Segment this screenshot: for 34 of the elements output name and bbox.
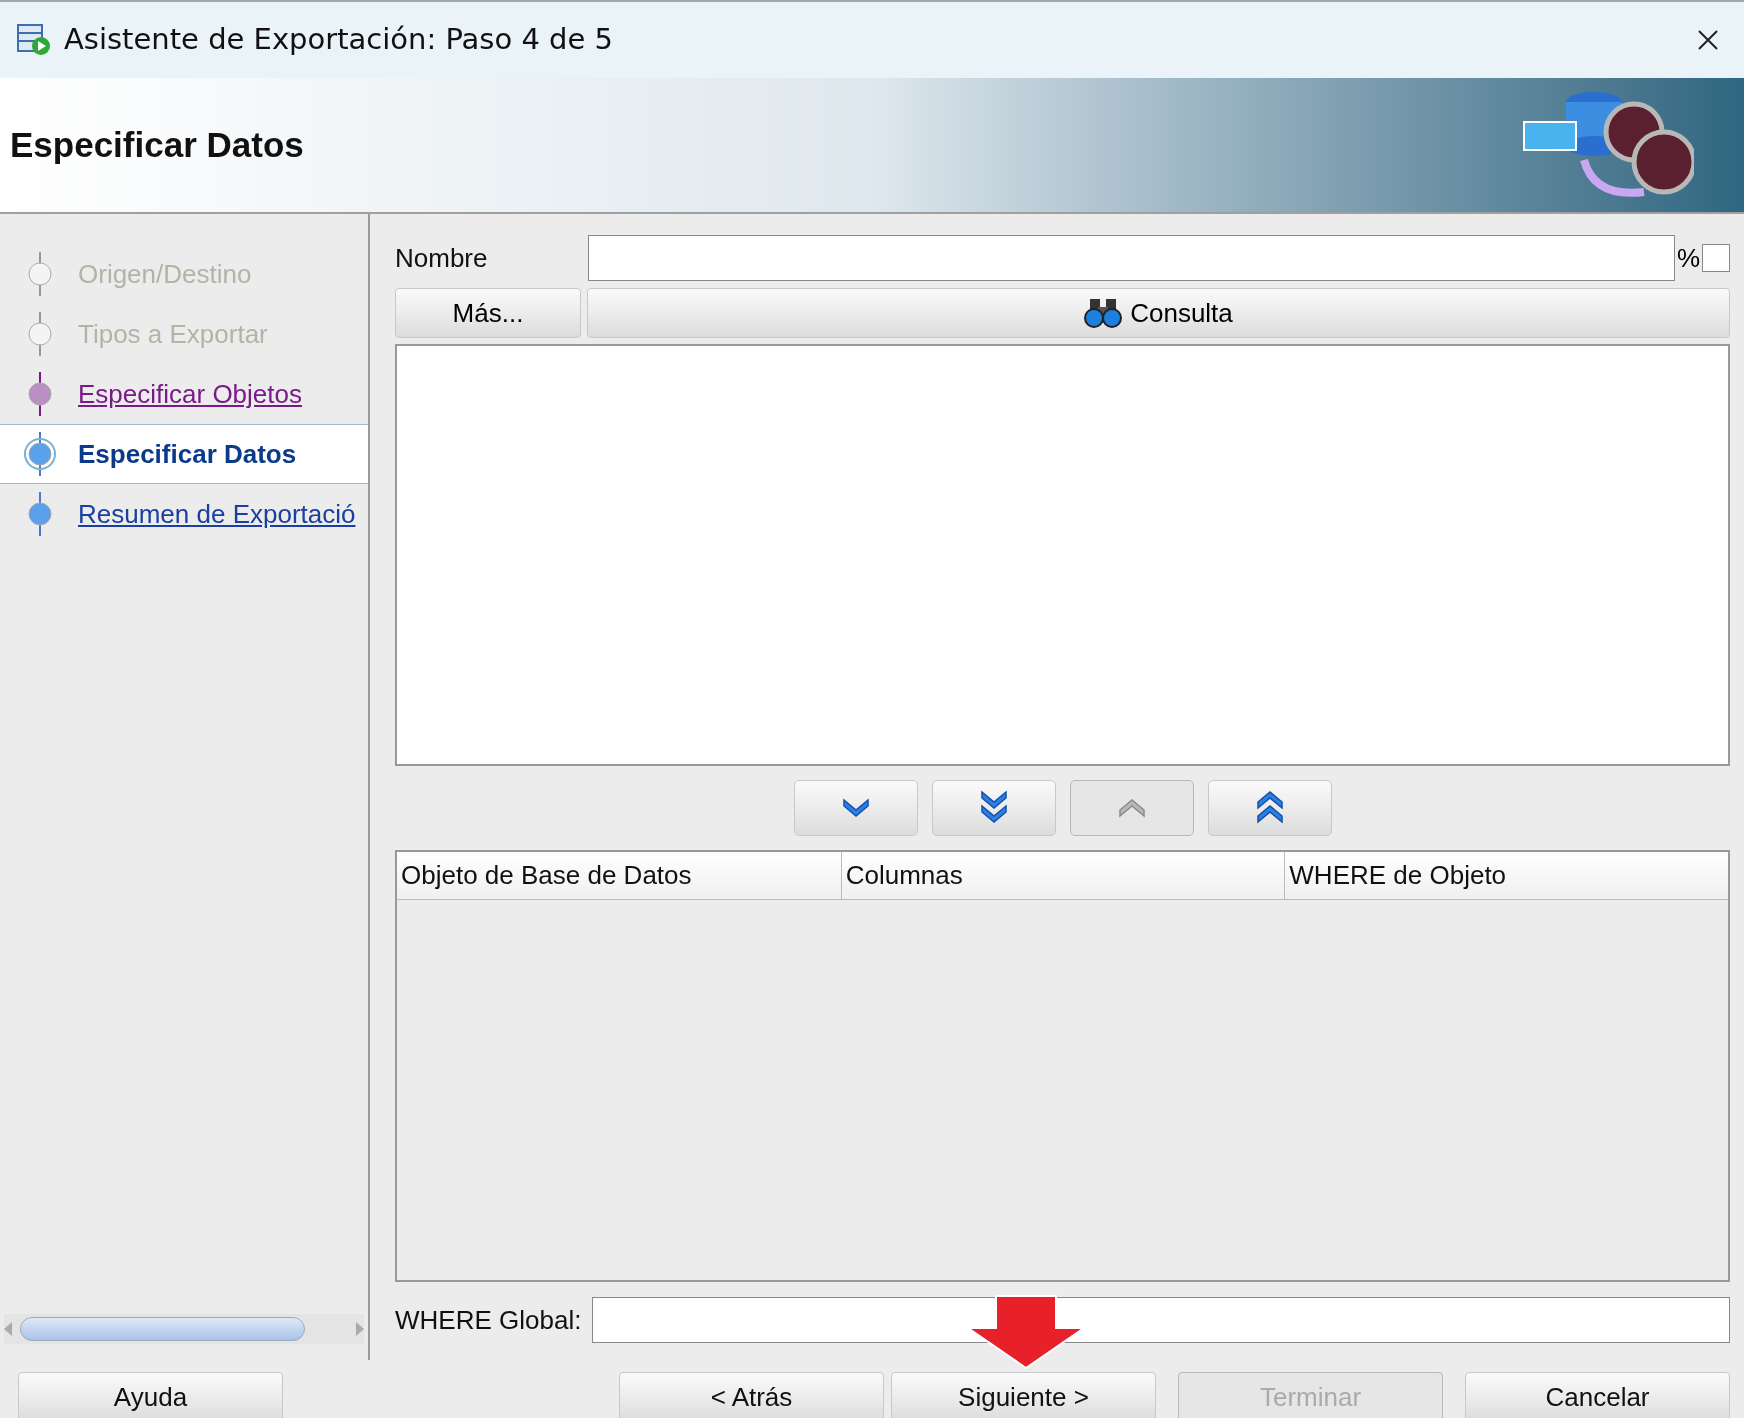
wizard-button[interactable]: Siguiente > <box>891 1372 1156 1418</box>
wizard-button[interactable]: Ayuda <box>18 1372 283 1418</box>
table-play-icon <box>16 23 52 57</box>
column-header[interactable]: Columnas <box>840 852 1285 899</box>
more-button[interactable]: Más... <box>395 288 581 338</box>
name-input[interactable] <box>588 235 1675 281</box>
move-button[interactable] <box>1207 780 1332 836</box>
move-button[interactable] <box>931 780 1056 836</box>
scroll-left-icon[interactable] <box>4 1322 12 1336</box>
column-header[interactable]: WHERE de Objeto <box>1284 852 1728 899</box>
column-header[interactable]: Objeto de Base de Datos <box>397 852 841 899</box>
percent-label: % <box>1676 241 1700 275</box>
percent-checkbox[interactable] <box>1702 244 1730 272</box>
wizard-step[interactable]: Especificar Datos <box>0 424 368 484</box>
wizard-step[interactable]: Resumen de Exportació <box>0 484 368 544</box>
step-label: Resumen de Exportació <box>78 497 356 531</box>
global-where-label: WHERE Global: <box>395 1303 583 1337</box>
wizard-step[interactable]: Especificar Objetos <box>0 364 368 424</box>
wizard-button[interactable]: Cancelar <box>1465 1372 1730 1418</box>
scroll-right-icon[interactable] <box>356 1322 364 1336</box>
step-label: Especificar Datos <box>78 437 297 471</box>
close-icon[interactable] <box>1696 28 1720 52</box>
scrollbar-thumb[interactable] <box>20 1317 305 1341</box>
page-heading: Especificar Datos <box>10 123 304 166</box>
wizard-button[interactable]: < Atrás <box>619 1372 884 1418</box>
global-where-input[interactable] <box>592 1297 1730 1343</box>
step-label: Tipos a Exportar <box>78 317 268 351</box>
step-label: Especificar Objetos <box>78 377 302 411</box>
move-button[interactable] <box>793 780 918 836</box>
name-label: Nombre <box>395 241 489 275</box>
window-title: Asistente de Exportación: Paso 4 de 5 <box>64 21 614 59</box>
query-button[interactable]: Consulta <box>587 288 1730 338</box>
step-label: Origen/Destino <box>78 257 252 291</box>
binoculars-icon <box>1084 297 1123 329</box>
